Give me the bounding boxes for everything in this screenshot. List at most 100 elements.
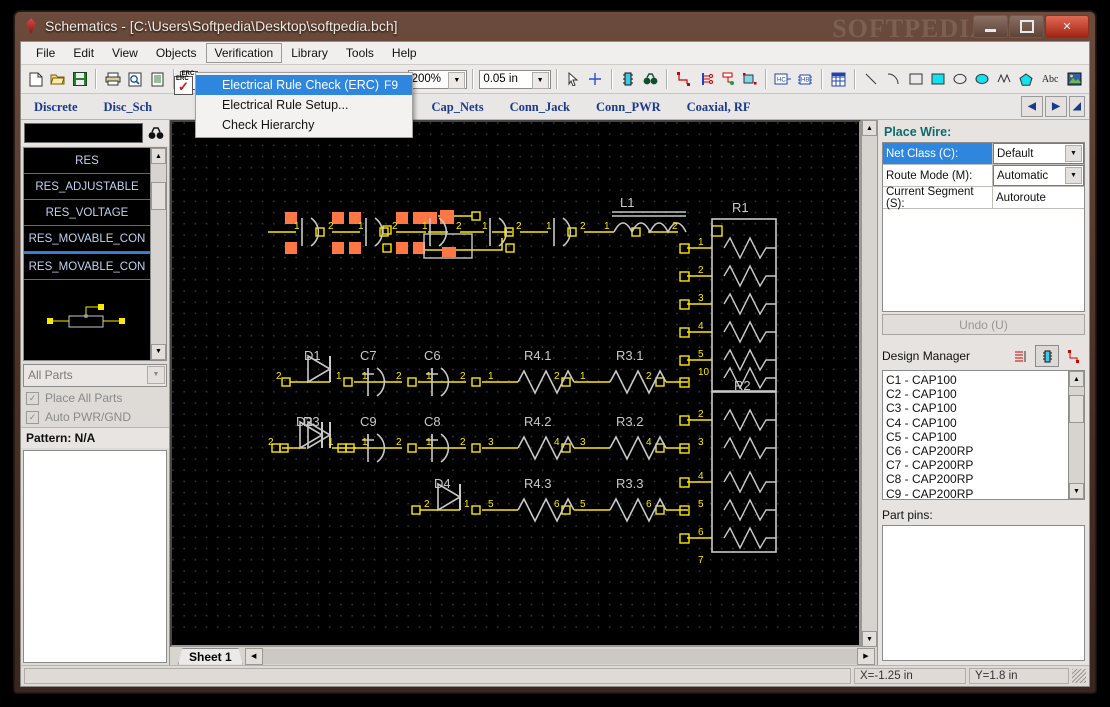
tab-conn-jack[interactable]: Conn_Jack (497, 96, 583, 118)
list-item[interactable]: C9 - CAP200RP (886, 487, 1068, 499)
list-item[interactable]: C1 - CAP100 (886, 373, 1068, 387)
property-row-current-segment[interactable]: Current Segment (S): Autoroute (883, 186, 1084, 210)
grid-combo[interactable]: 0.05 in ▼ (479, 69, 551, 89)
wire-view-icon[interactable] (1063, 346, 1085, 366)
place-all-parts-checkbox[interactable]: ✓ Place All Parts (21, 389, 169, 408)
tab-disc-sch[interactable]: Disc_Sch (91, 96, 166, 118)
list-item[interactable]: RES_MOVABLE_CON (24, 252, 150, 280)
part-search-input[interactable] (24, 123, 143, 143)
canvas-scroll-down-icon[interactable]: ▼ (862, 631, 877, 647)
list-item[interactable]: RES (24, 148, 150, 174)
menu-library[interactable]: Library (282, 43, 337, 63)
filled-ellipse-icon[interactable] (971, 68, 992, 90)
polygon-icon[interactable] (1016, 68, 1037, 90)
filled-rectangle-icon[interactable] (927, 68, 948, 90)
close-button[interactable]: ✕ (1045, 15, 1089, 38)
report-icon[interactable] (147, 68, 168, 90)
net-list-icon[interactable] (1009, 346, 1031, 366)
open-folder-icon[interactable] (47, 68, 68, 90)
scroll-down-icon[interactable]: ▼ (151, 343, 166, 360)
scrollbar-track[interactable] (151, 210, 166, 344)
undo-button[interactable]: Undo (U) (882, 314, 1085, 335)
print-preview-icon[interactable] (124, 68, 145, 90)
chevron-down-icon[interactable]: ▼ (448, 71, 466, 89)
list-item[interactable]: RES_ADJUSTABLE (24, 174, 150, 200)
design-manager-scrollbar[interactable]: ▲ ▼ (1068, 371, 1084, 499)
list-item[interactable]: RES_POT (24, 358, 150, 360)
polyline-icon[interactable] (993, 68, 1014, 90)
scroll-down-icon[interactable]: ▼ (1069, 483, 1084, 499)
place-net-icon[interactable] (739, 68, 760, 90)
list-item[interactable]: C3 - CAP100 (886, 401, 1068, 415)
minimize-button[interactable] (973, 15, 1008, 38)
all-parts-combo[interactable]: All Parts ▼ (23, 363, 167, 387)
resize-grip-icon[interactable] (1072, 669, 1086, 683)
parts-list[interactable]: RES RES_ADJUSTABLE RES_VOLTAGE RES_MOVAB… (23, 147, 167, 361)
tab-next-button[interactable]: ▶ (1045, 96, 1067, 117)
route-mode-combo[interactable]: Automatic ▼ (993, 165, 1084, 186)
tab-discrete[interactable]: Discrete (21, 96, 91, 118)
canvas-scroll-up-icon[interactable]: ▲ (862, 120, 877, 136)
menu-tools[interactable]: Tools (337, 43, 383, 63)
parts-view-icon[interactable] (1035, 345, 1059, 367)
scroll-up-icon[interactable]: ▲ (1069, 371, 1084, 387)
image-icon[interactable] (1064, 68, 1085, 90)
schematic-canvas[interactable]: L1 R1 123 45 D1 C7 C6 R4.1 R3.1 D2 D3 C9… (170, 120, 861, 647)
hierarchy-block-icon[interactable]: HB (795, 68, 816, 90)
sheet-tab-1[interactable]: Sheet 1 (178, 647, 243, 665)
parts-list-scrollbar[interactable]: ▲ ▼ (150, 148, 166, 360)
list-item[interactable]: C7 - CAP200RP (886, 458, 1068, 472)
line-icon[interactable] (861, 68, 882, 90)
menu-view[interactable]: View (103, 43, 147, 63)
menu-item-erc[interactable]: Electrical Rule Check (ERC) F9 (174, 75, 412, 95)
chevron-down-icon[interactable]: ▼ (1065, 167, 1082, 184)
save-icon[interactable] (69, 68, 90, 90)
find-icon[interactable] (640, 68, 661, 90)
binoculars-icon[interactable] (146, 124, 166, 142)
place-bus-icon[interactable] (695, 68, 716, 90)
crosshair-icon[interactable] (585, 68, 606, 90)
canvas-scroll-right-icon[interactable]: ▶ (857, 647, 875, 665)
place-wire-icon[interactable] (673, 68, 694, 90)
hierarchy-connector-icon[interactable]: HC (772, 68, 793, 90)
menu-objects[interactable]: Objects (147, 43, 206, 63)
ellipse-icon[interactable] (949, 68, 970, 90)
place-part-icon[interactable] (618, 68, 639, 90)
place-port-icon[interactable] (717, 68, 738, 90)
tab-coaxial-rf[interactable]: Coaxial, RF (674, 96, 764, 118)
scrollbar-thumb[interactable] (1069, 395, 1084, 423)
canvas-horizontal-scrollbar[interactable]: ◀ ▶ (244, 647, 875, 665)
part-pins-box[interactable] (882, 525, 1085, 661)
menu-verification[interactable]: Verification (205, 43, 283, 63)
property-row-route-mode[interactable]: Route Mode (M): Automatic ▼ (883, 165, 1084, 187)
list-item[interactable]: C6 - CAP200RP (886, 444, 1068, 458)
chevron-down-icon[interactable]: ▼ (531, 71, 549, 89)
text-icon[interactable]: Abc (1038, 68, 1063, 90)
chevron-down-icon[interactable]: ▼ (147, 365, 165, 384)
tab-cap-nets[interactable]: Cap_Nets (418, 96, 496, 118)
scrollbar-thumb[interactable] (151, 182, 166, 210)
list-item[interactable]: C8 - CAP200RP (886, 472, 1068, 486)
scroll-up-icon[interactable]: ▲ (151, 148, 166, 164)
rectangle-icon[interactable] (905, 68, 926, 90)
auto-pwr-gnd-checkbox[interactable]: ✓ Auto PWR/GND (21, 408, 169, 427)
grid-icon[interactable] (828, 68, 849, 90)
canvas-hscroll-track[interactable] (262, 648, 857, 664)
menu-item-check-hierarchy[interactable]: Check Hierarchy (196, 115, 412, 135)
menu-edit[interactable]: Edit (64, 43, 103, 63)
net-class-combo[interactable]: Default ▼ (993, 143, 1084, 164)
scrollbar-track[interactable] (1069, 423, 1084, 483)
zoom-combo[interactable]: 200% ▼ (407, 69, 468, 89)
menu-item-erc-setup[interactable]: Electrical Rule Setup... (196, 95, 412, 115)
tab-conn-pwr[interactable]: Conn_PWR (583, 96, 674, 118)
print-icon[interactable] (102, 68, 123, 90)
list-item[interactable]: C5 - CAP100 (886, 430, 1068, 444)
list-item[interactable]: C4 - CAP100 (886, 416, 1068, 430)
select-arrow-icon[interactable] (563, 68, 584, 90)
menu-help[interactable]: Help (383, 43, 426, 63)
list-item[interactable]: C2 - CAP100 (886, 387, 1068, 401)
list-item[interactable]: RES_VOLTAGE (24, 200, 150, 226)
menu-file[interactable]: File (27, 43, 64, 63)
new-file-icon[interactable] (25, 68, 46, 90)
list-item[interactable]: RES_MOVABLE_CON (24, 226, 150, 252)
